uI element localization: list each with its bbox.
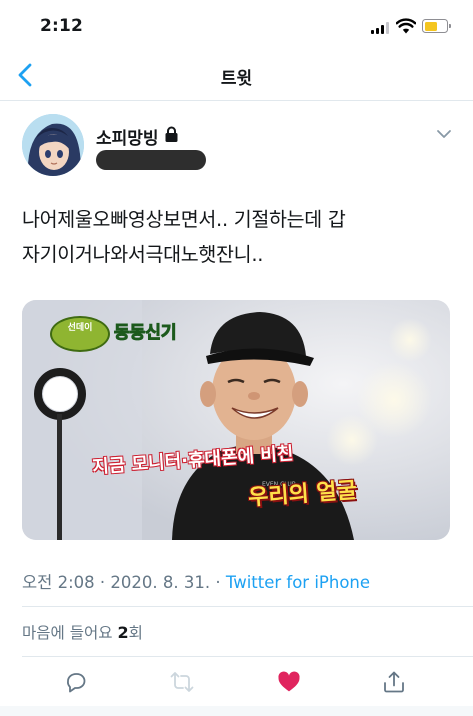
tweet-meta: 오전 2:08 · 2020. 8. 31. · Twitter for iPh… xyxy=(22,569,370,593)
page-title: 트윗 xyxy=(220,69,253,89)
nav-divider xyxy=(0,100,473,101)
tweet-text-line: 나어제울오빠영상보면서.. 기절하는데 갑 xyxy=(22,208,346,231)
lock-icon xyxy=(165,126,178,142)
reply-icon[interactable] xyxy=(64,670,88,694)
likes-divider xyxy=(22,656,473,657)
meta-separator: · xyxy=(210,573,226,592)
likes-count: 2 xyxy=(117,623,129,642)
battery-icon xyxy=(422,19,451,33)
show-badge-top: 선데이 xyxy=(67,323,93,333)
heart-icon[interactable] xyxy=(277,670,301,694)
show-badge: 선데이 xyxy=(50,316,110,352)
tweet-source-link[interactable]: Twitter for iPhone xyxy=(226,573,370,592)
likes-label: 마음에 들어요 xyxy=(22,624,113,642)
tweet-text: 나어제울오빠영상보면서.. 기절하는데 갑 자기이거나와서극대노햇잔니.. xyxy=(22,202,454,272)
likes-row[interactable]: 마음에 들어요 2회 xyxy=(22,621,143,643)
tweet-timestamp: 오전 2:08 · 2020. 8. 31. xyxy=(22,573,211,592)
avatar[interactable] xyxy=(22,114,84,176)
tweet-media-image[interactable]: EVEN CLUB 선데이 동동신기 지금 모니터·휴대폰에 비친 우리의 얼굴 xyxy=(22,300,450,540)
share-icon[interactable] xyxy=(382,670,406,694)
meta-divider xyxy=(22,606,473,607)
chevron-down-icon[interactable] xyxy=(436,128,452,140)
cellular-signal-icon xyxy=(371,22,391,34)
bottom-strip xyxy=(0,706,473,716)
status-time: 2:12 xyxy=(40,16,84,36)
wifi-icon xyxy=(396,18,416,34)
redacted-handle xyxy=(96,150,206,170)
retweet-icon[interactable] xyxy=(170,670,194,694)
author-display-name[interactable]: 소피망빙 xyxy=(96,124,159,149)
tweet-text-line: 자기이거나와서극대노햇잔니.. xyxy=(22,243,264,266)
likes-suffix: 회 xyxy=(128,624,143,642)
show-title: 동동신기 xyxy=(114,323,178,344)
